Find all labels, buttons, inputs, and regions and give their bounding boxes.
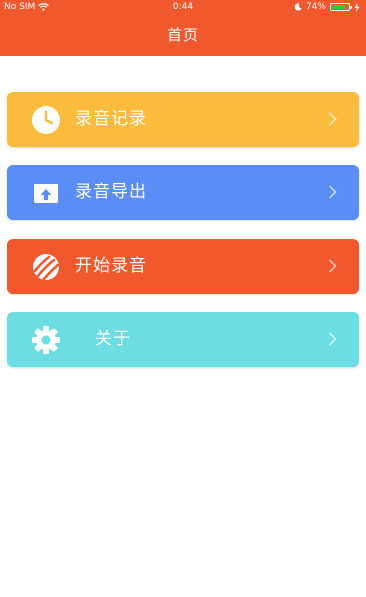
charging-icon bbox=[354, 2, 360, 12]
gear-icon bbox=[32, 326, 60, 354]
menu-item-label: 关于 bbox=[95, 329, 131, 349]
page-title: 首页 bbox=[166, 26, 199, 44]
record-icon bbox=[33, 254, 60, 281]
moon-icon bbox=[294, 3, 302, 11]
battery-icon bbox=[330, 3, 352, 11]
chevron-right-icon bbox=[328, 112, 337, 126]
menu-item-label: 录音记录 bbox=[75, 109, 147, 129]
battery-percent: 74% bbox=[305, 2, 326, 12]
clock-icon bbox=[32, 106, 60, 134]
chevron-right-icon bbox=[328, 185, 337, 199]
chevron-right-icon bbox=[328, 259, 337, 273]
menu-item-start-recording[interactable]: 开始录音 bbox=[7, 239, 359, 294]
menu-item-label: 录音导出 bbox=[75, 182, 147, 202]
menu-item-about[interactable]: 关于 bbox=[7, 312, 359, 367]
status-bar: No SIM 0:44 74% bbox=[0, 0, 366, 14]
menu-item-export-recording[interactable]: 录音导出 bbox=[7, 165, 359, 220]
menu-item-label: 开始录音 bbox=[75, 256, 147, 276]
upload-icon bbox=[34, 184, 58, 203]
top-app-bar: No SIM 0:44 74% 首页 bbox=[0, 0, 366, 56]
menu-item-recording-history[interactable]: 录音记录 bbox=[7, 92, 359, 147]
chevron-right-icon bbox=[328, 332, 337, 346]
